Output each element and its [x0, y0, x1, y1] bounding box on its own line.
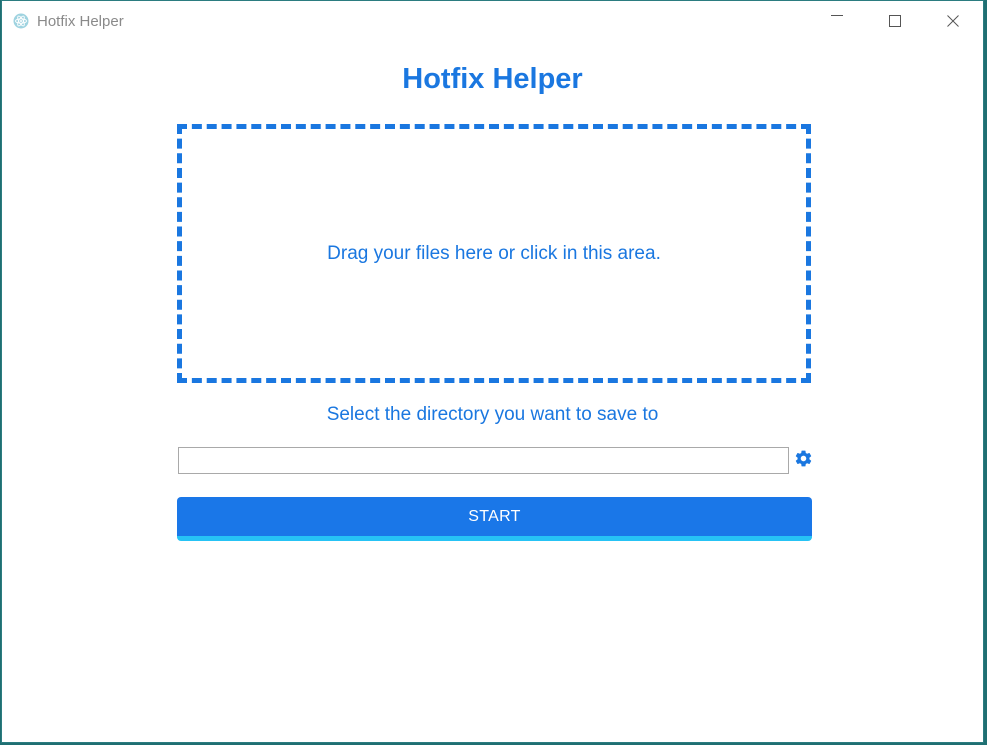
- electron-icon: [13, 13, 29, 29]
- maximize-icon: [889, 15, 901, 27]
- window-title: Hotfix Helper: [37, 13, 124, 30]
- close-button[interactable]: [924, 1, 982, 41]
- page-title: Hotfix Helper: [402, 63, 583, 95]
- title-bar[interactable]: Hotfix Helper: [2, 1, 983, 41]
- close-icon: [947, 15, 959, 27]
- minimize-button[interactable]: [808, 1, 866, 41]
- app-window: Hotfix Helper Hotfix Helper Drag your fi…: [1, 0, 984, 743]
- directory-input[interactable]: [178, 447, 789, 474]
- minimize-icon: [831, 15, 843, 16]
- directory-label: Select the directory you want to save to: [326, 404, 659, 425]
- start-button[interactable]: START: [177, 497, 812, 541]
- maximize-button[interactable]: [866, 1, 924, 41]
- dropzone-text: Drag your files here or click in this ar…: [327, 242, 661, 264]
- gear-icon[interactable]: [794, 449, 813, 468]
- file-dropzone[interactable]: Drag your files here or click in this ar…: [177, 124, 811, 383]
